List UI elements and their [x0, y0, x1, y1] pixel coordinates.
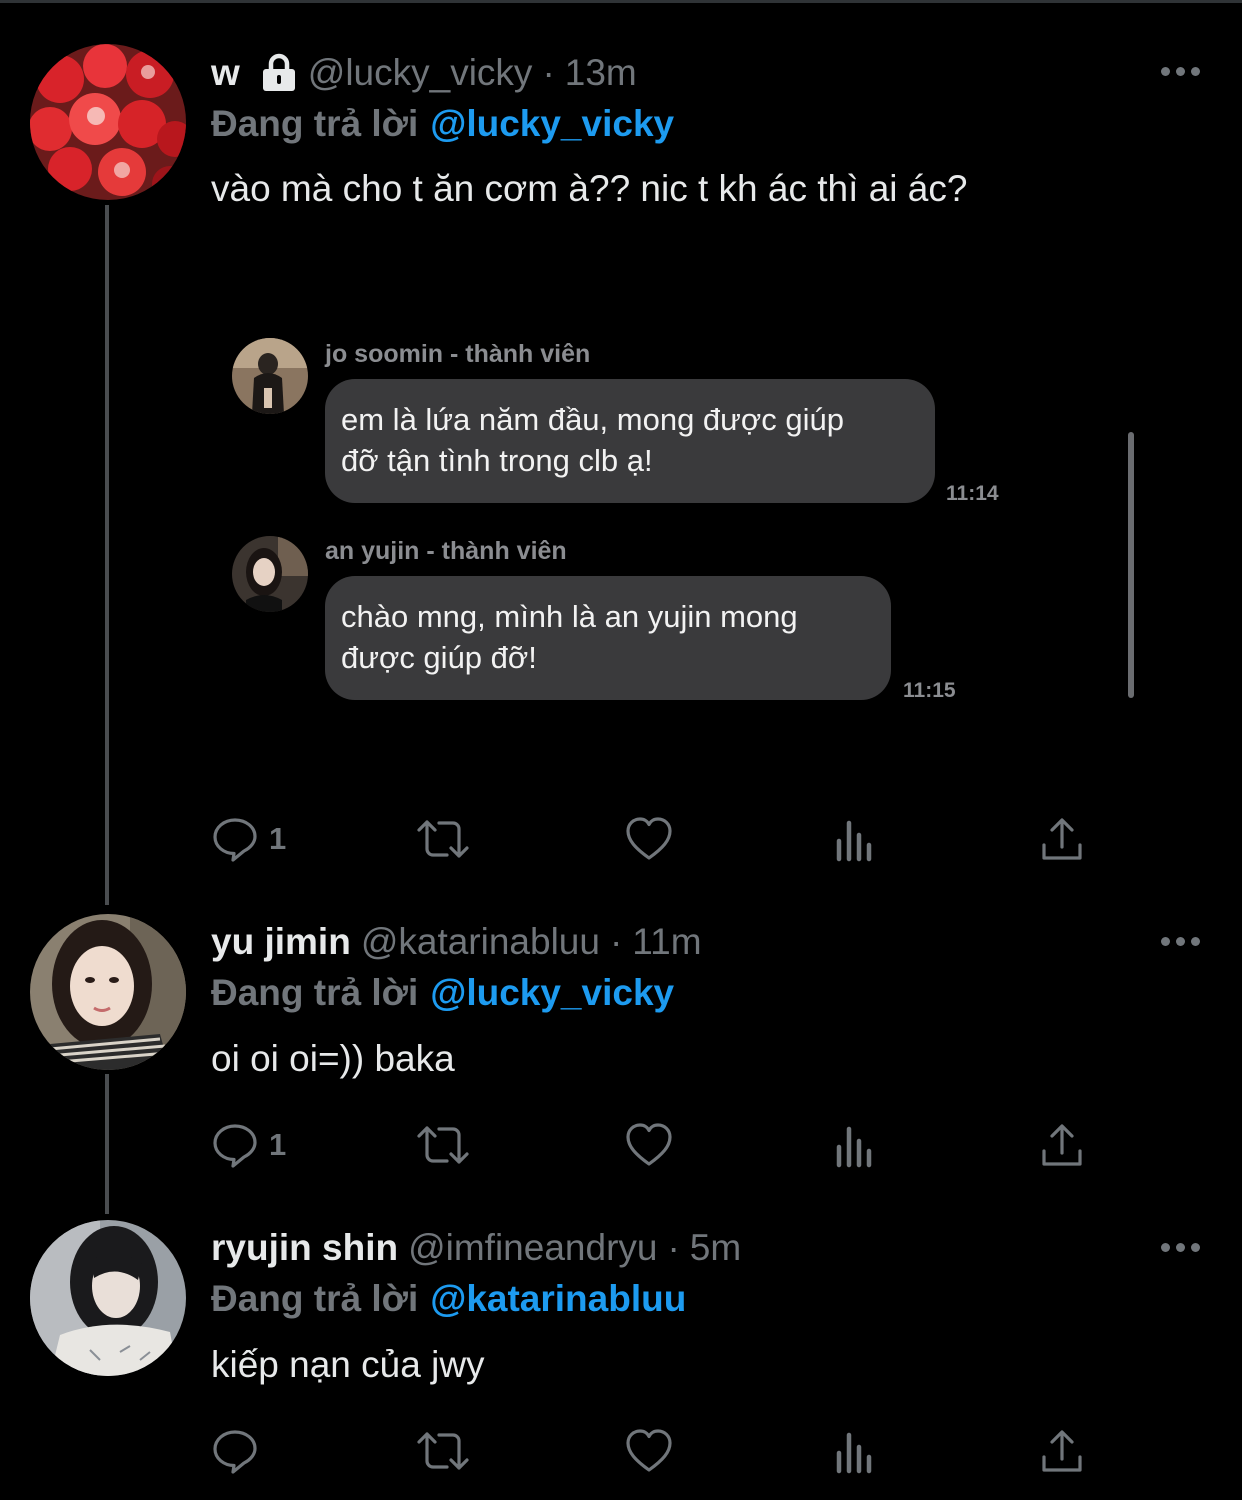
chat-line: được giúp đỡ!: [341, 640, 537, 675]
retweet-button[interactable]: [415, 811, 471, 867]
action-bar: 1: [211, 1117, 1091, 1173]
share-button[interactable]: [1038, 811, 1086, 867]
separator-dot: ·: [667, 1227, 680, 1268]
replying-to: Đang trả lời @lucky_vicky: [211, 99, 674, 149]
display-name[interactable]: w: [211, 52, 240, 94]
retweet-icon: [417, 820, 469, 858]
chat-bubble: em là lứa năm đầu, mong được giúp đỡ tận…: [325, 379, 935, 503]
lock-icon: [260, 53, 298, 93]
tweet-header: yu jimin @katarinabluu · 11m: [211, 917, 702, 967]
reply-icon: [213, 1430, 257, 1474]
chat-scrollbar: [1128, 432, 1134, 698]
like-icon: [626, 817, 672, 860]
share-icon: [1042, 1430, 1082, 1472]
tweet-header: w @lucky_vicky · 13m: [211, 48, 637, 98]
more-icon[interactable]: [1158, 931, 1202, 951]
avatar[interactable]: [30, 44, 186, 200]
like-button[interactable]: [625, 1117, 673, 1173]
retweet-button[interactable]: [415, 1117, 471, 1173]
tweet-time[interactable]: 11m: [632, 921, 701, 963]
chat-avatar-image: [232, 536, 308, 612]
views-icon: [836, 1432, 872, 1474]
replying-mention[interactable]: @lucky_vicky: [430, 103, 674, 145]
reply-icon: [213, 818, 257, 862]
replying-mention[interactable]: @katarinabluu: [430, 1278, 686, 1320]
more-icon[interactable]: [1158, 1237, 1202, 1257]
views-icon: [836, 820, 872, 862]
views-button[interactable]: [833, 1117, 879, 1173]
chat-time: 11:14: [946, 482, 999, 505]
chat-avatar: [232, 536, 308, 612]
chat-sender: jo soomin - thành viên: [325, 340, 591, 368]
views-icon: [836, 1126, 872, 1168]
reply-count: 1: [269, 821, 287, 856]
replying-to: Đang trả lời @lucky_vicky: [211, 968, 674, 1018]
action-bar: [211, 1423, 1091, 1479]
chat-line: chào mng, mình là an yujin mong: [341, 599, 798, 634]
thread-line: [105, 1074, 109, 1214]
share-button[interactable]: [1038, 1117, 1086, 1173]
avatar-strawberries-image: [30, 44, 186, 200]
tweet-text: vào mà cho t ăn cơm à?? nic t kh ác thì …: [211, 168, 968, 209]
like-button[interactable]: [625, 1423, 673, 1479]
tweet-text: oi oi oi=)) baka: [211, 1038, 455, 1079]
chat-bubble: chào mng, mình là an yujin mong được giú…: [325, 576, 891, 700]
like-icon: [626, 1429, 672, 1472]
tweet-time[interactable]: 5m: [690, 1227, 741, 1269]
more-icon[interactable]: [1158, 61, 1202, 81]
replying-label: Đang trả lời: [211, 1278, 419, 1319]
display-name[interactable]: yu jimin: [211, 921, 351, 963]
replying-label: Đang trả lời: [211, 972, 419, 1013]
views-button[interactable]: [833, 1423, 879, 1479]
reply-button[interactable]: 1: [211, 1117, 286, 1173]
avatar-image: [30, 914, 186, 1070]
separator-dot: ·: [542, 52, 555, 93]
chat-avatar-image: [232, 338, 308, 414]
top-divider: [0, 0, 1242, 3]
replying-to: Đang trả lời @katarinabluu: [211, 1274, 686, 1324]
replying-label: Đang trả lời: [211, 103, 419, 144]
chat-line: em là lứa năm đầu, mong được giúp: [341, 402, 844, 437]
avatar[interactable]: [30, 1220, 186, 1376]
user-handle[interactable]: @lucky_vicky: [308, 52, 533, 94]
reply-button[interactable]: [211, 1423, 269, 1479]
share-icon: [1042, 818, 1082, 860]
tweet-text: kiếp nạn của jwy: [211, 1344, 485, 1385]
retweet-icon: [417, 1126, 469, 1164]
retweet-button[interactable]: [415, 1423, 471, 1479]
tweet-header: ryujin shin @imfineandryu · 5m: [211, 1223, 741, 1273]
views-button[interactable]: [833, 811, 879, 867]
thread-line: [105, 205, 109, 905]
action-bar: 1: [211, 811, 1091, 867]
replying-mention[interactable]: @lucky_vicky: [430, 972, 674, 1014]
share-button[interactable]: [1038, 1423, 1086, 1479]
avatar-image: [30, 1220, 186, 1376]
user-handle[interactable]: @katarinabluu: [361, 921, 600, 963]
chat-sender: an yujin - thành viên: [325, 537, 567, 565]
chat-avatar: [232, 338, 308, 414]
reply-button[interactable]: 1: [211, 811, 286, 867]
like-icon: [626, 1123, 672, 1166]
display-name[interactable]: ryujin shin: [211, 1227, 398, 1269]
reply-count: 1: [269, 1127, 287, 1162]
share-icon: [1042, 1124, 1082, 1166]
chat-time: 11:15: [903, 679, 956, 702]
tweet-time[interactable]: 13m: [565, 52, 637, 94]
chat-line: đỡ tận tình trong clb ạ!: [341, 443, 653, 478]
reply-icon: [213, 1124, 257, 1168]
user-handle[interactable]: @imfineandryu: [408, 1227, 657, 1269]
avatar[interactable]: [30, 914, 186, 1070]
retweet-icon: [417, 1432, 469, 1470]
like-button[interactable]: [625, 811, 673, 867]
separator-dot: ·: [609, 921, 623, 962]
